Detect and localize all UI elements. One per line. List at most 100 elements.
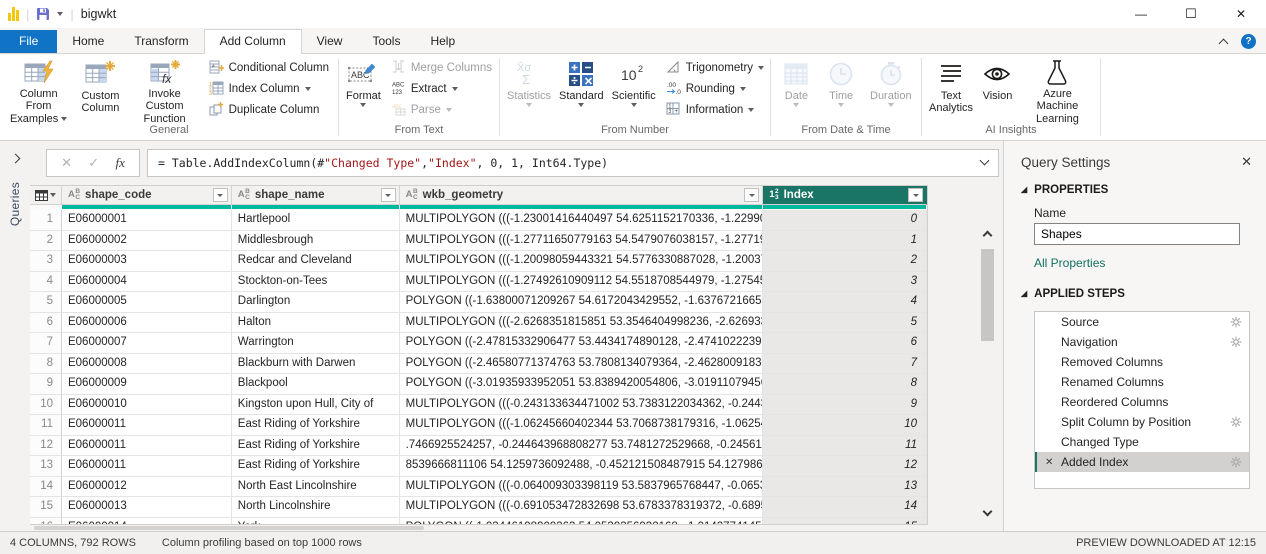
cell-wkb-geometry[interactable]: POLYGON ((-1.63800071209267 54.617204342… (400, 292, 764, 313)
cell-index[interactable]: 6 (763, 333, 927, 354)
cell-shape-name[interactable]: Blackburn with Darwen (232, 354, 400, 375)
information-button[interactable]: 13+ Information (663, 100, 767, 119)
formula-input[interactable]: = Table.AddIndexColumn(#"Changed Type", … (147, 149, 999, 177)
applied-steps-section-header[interactable]: ◢ APPLIED STEPS (1004, 284, 1266, 304)
cell-shape-name[interactable]: Hartlepool (232, 210, 400, 231)
applied-step-removed-columns[interactable]: Removed Columns (1035, 352, 1249, 372)
close-pane-icon[interactable]: ✕ (1241, 154, 1252, 170)
step-settings-gear-icon[interactable] (1230, 416, 1242, 428)
cell-wkb-geometry[interactable]: POLYGON ((-3.01935933952051 53.838942005… (400, 374, 764, 395)
cell-shape-code[interactable]: E06000007 (62, 333, 232, 354)
all-properties-link[interactable]: All Properties (1034, 256, 1266, 270)
applied-step-split-column-by-position[interactable]: Split Column by Position (1035, 412, 1249, 432)
parse-button[interactable]: abc Parse (388, 100, 495, 119)
cell-wkb-geometry[interactable]: MULTIPOLYGON (((-1.27711650779163 54.547… (400, 231, 764, 252)
step-settings-gear-icon[interactable] (1230, 456, 1242, 468)
cell-shape-code[interactable]: E06000009 (62, 374, 232, 395)
cell-index[interactable]: 2 (763, 251, 927, 272)
scientific-button[interactable]: 102 Scientific (609, 57, 659, 121)
cell-shape-name[interactable]: Halton (232, 313, 400, 334)
collapse-ribbon-icon[interactable] (1219, 39, 1229, 49)
cell-index[interactable]: 5 (763, 313, 927, 334)
scrollbar-thumb[interactable] (34, 526, 424, 530)
cell-shape-code[interactable]: E06000013 (62, 497, 232, 518)
cell-shape-code[interactable]: E06000001 (62, 210, 232, 231)
cell-index[interactable]: 9 (763, 395, 927, 416)
tab-home[interactable]: Home (57, 30, 119, 53)
tab-file[interactable]: File (0, 30, 57, 53)
cell-shape-name[interactable]: North East Lincolnshire (232, 477, 400, 498)
cell-shape-code[interactable]: E06000004 (62, 272, 232, 293)
cell-shape-code[interactable]: E06000010 (62, 395, 232, 416)
azure-machine-learning-button[interactable]: Azure Machine Learning (1019, 57, 1096, 121)
filter-dropdown-button[interactable] (213, 188, 228, 202)
help-icon[interactable]: ? (1241, 34, 1256, 49)
custom-column-button[interactable]: Custom Column (75, 57, 125, 121)
cell-shape-name[interactable]: Darlington (232, 292, 400, 313)
save-dropdown-icon[interactable] (57, 12, 63, 16)
save-icon[interactable] (36, 7, 50, 21)
scrollbar-thumb[interactable] (981, 249, 994, 341)
filter-dropdown-button[interactable] (908, 188, 923, 202)
cell-shape-code[interactable]: E06000012 (62, 477, 232, 498)
applied-step-source[interactable]: Source (1035, 312, 1249, 332)
format-button[interactable]: ABC Format (343, 57, 384, 121)
cell-shape-code[interactable]: E06000011 (62, 456, 232, 477)
cell-index[interactable]: 15 (763, 518, 927, 526)
tab-add-column[interactable]: Add Column (204, 29, 302, 54)
tab-help[interactable]: Help (415, 30, 470, 53)
scroll-down-icon[interactable] (983, 507, 993, 517)
filter-dropdown-button[interactable] (381, 188, 396, 202)
text-analytics-button[interactable]: Text Analytics (926, 57, 976, 121)
queries-pane-collapsed[interactable]: Queries (0, 141, 30, 531)
applied-step-navigation[interactable]: Navigation (1035, 332, 1249, 352)
index-column-button[interactable]: 123 Index Column (206, 80, 332, 99)
cell-shape-name[interactable]: Stockton-on-Tees (232, 272, 400, 293)
applied-step-changed-type[interactable]: Changed Type (1035, 432, 1249, 452)
applied-step-renamed-columns[interactable]: Renamed Columns (1035, 372, 1249, 392)
query-name-input[interactable] (1034, 223, 1240, 245)
cell-shape-name[interactable]: Blackpool (232, 374, 400, 395)
column-from-examples-button[interactable]: Column From Examples (4, 57, 73, 121)
cell-shape-name[interactable]: Kingston upon Hull, City of (232, 395, 400, 416)
cell-index[interactable]: 4 (763, 292, 927, 313)
cell-shape-code[interactable]: E06000008 (62, 354, 232, 375)
fx-icon[interactable]: fx (115, 155, 124, 171)
status-profiling[interactable]: Column profiling based on top 1000 rows (162, 537, 362, 549)
cell-wkb-geometry[interactable]: MULTIPOLYGON (((-1.06245660402344 53.706… (400, 415, 764, 436)
column-header-shape-code[interactable]: ABC shape_code (62, 186, 232, 205)
expand-formula-icon[interactable] (973, 156, 988, 170)
extract-button[interactable]: ABC123 Extract (388, 80, 495, 99)
vertical-scrollbar[interactable] (979, 223, 996, 523)
applied-step-added-index[interactable]: ✕Added Index (1035, 452, 1249, 472)
select-all-button[interactable] (30, 186, 62, 205)
conditional-column-button[interactable]: ≠ Conditional Column (206, 59, 332, 78)
cell-index[interactable]: 10 (763, 415, 927, 436)
duplicate-column-button[interactable]: Duplicate Column (206, 100, 332, 119)
maximize-button[interactable]: ☐ (1184, 6, 1198, 22)
column-header-wkb-geometry[interactable]: ABC wkb_geometry (400, 186, 764, 205)
standard-button[interactable]: Standard (556, 57, 607, 121)
cell-shape-code[interactable]: E06000005 (62, 292, 232, 313)
cell-shape-name[interactable]: East Riding of Yorkshire (232, 456, 400, 477)
cell-shape-code[interactable]: E06000011 (62, 436, 232, 457)
tab-tools[interactable]: Tools (357, 30, 415, 53)
cell-index[interactable]: 7 (763, 354, 927, 375)
cell-shape-code[interactable]: E06000014 (62, 518, 232, 526)
confirm-icon[interactable]: ✓ (88, 155, 99, 171)
cell-shape-name[interactable]: York (232, 518, 400, 526)
applied-step-reordered-columns[interactable]: Reordered Columns (1035, 392, 1249, 412)
cell-wkb-geometry[interactable]: MULTIPOLYGON (((-0.691053472832698 53.67… (400, 497, 764, 518)
cell-wkb-geometry[interactable]: POLYGON ((-1.03446198909363 54.053935693… (400, 518, 764, 526)
cell-index[interactable]: 3 (763, 272, 927, 293)
invoke-custom-function-button[interactable]: fx Invoke Custom Function (128, 57, 202, 121)
cell-wkb-geometry[interactable]: MULTIPOLYGON (((-2.6268351815851 53.3546… (400, 313, 764, 334)
cell-shape-name[interactable]: East Riding of Yorkshire (232, 436, 400, 457)
cell-shape-code[interactable]: E06000006 (62, 313, 232, 334)
cell-index[interactable]: 12 (763, 456, 927, 477)
duration-button[interactable]: Duration (865, 57, 917, 121)
vision-button[interactable]: Vision (978, 57, 1017, 121)
column-header-index[interactable]: 123 Index (763, 186, 927, 205)
time-button[interactable]: Time (820, 57, 863, 121)
cell-shape-code[interactable]: E06000011 (62, 415, 232, 436)
